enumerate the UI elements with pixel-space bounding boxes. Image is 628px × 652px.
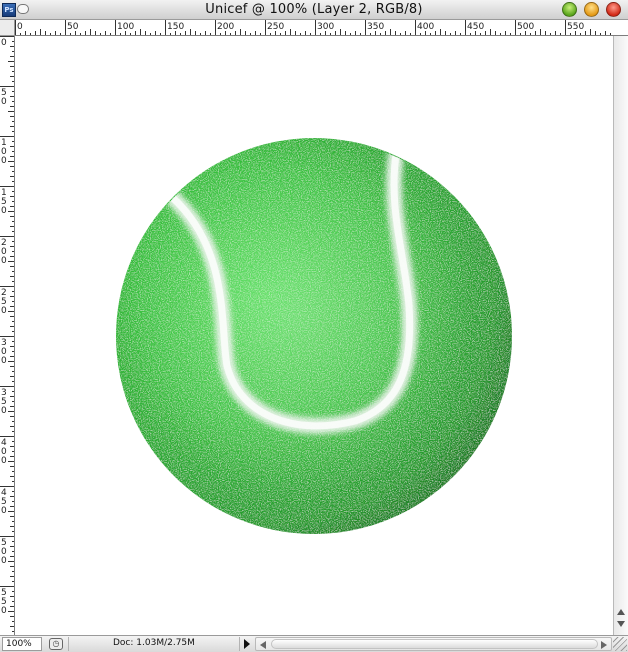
- ruler-label: 300: [1, 338, 7, 366]
- scroll-up-arrow-icon[interactable]: [617, 609, 625, 615]
- scroll-right-arrow-icon[interactable]: [601, 641, 607, 649]
- svg-text:0: 0: [1, 256, 7, 266]
- ruler-origin-corner[interactable]: [0, 20, 15, 36]
- ruler-label: 150: [1, 188, 7, 216]
- status-bar: 100% ◷ Doc: 1.03M/2.75M: [0, 635, 628, 652]
- svg-text:0: 0: [1, 556, 7, 566]
- ruler-label: 200: [1, 238, 7, 266]
- status-menu-arrow-icon[interactable]: [239, 637, 253, 651]
- horizontal-scroll-thumb[interactable]: [271, 639, 598, 649]
- scroll-down-arrow-icon[interactable]: [617, 621, 625, 627]
- scroll-left-arrow-icon[interactable]: [260, 641, 266, 649]
- ruler-label: 450: [467, 22, 484, 32]
- vertical-scrollbar[interactable]: [613, 36, 628, 635]
- close-window-button[interactable]: [606, 2, 621, 17]
- svg-text:0: 0: [1, 206, 7, 216]
- svg-text:0: 0: [1, 406, 7, 416]
- document-size-info: Doc: 1.03M/2.75M: [68, 637, 238, 651]
- tennis-ball: [116, 138, 512, 534]
- ruler-label: 400: [417, 22, 434, 32]
- ruler-label: 0: [1, 38, 7, 48]
- ruler-label: 50: [67, 22, 79, 32]
- minimize-window-button[interactable]: [584, 2, 599, 17]
- svg-text:0: 0: [1, 97, 7, 107]
- ruler-label: 450: [1, 488, 7, 516]
- zoom-level-field[interactable]: 100%: [2, 637, 42, 651]
- title-bar: Ps Unicef @ 100% (Layer 2, RGB/8): [0, 0, 628, 20]
- svg-text:0: 0: [1, 456, 7, 466]
- ruler-label: 100: [1, 138, 7, 166]
- svg-text:0: 0: [1, 356, 7, 366]
- ruler-label: 100: [117, 22, 134, 32]
- ruler-label: 500: [517, 22, 534, 32]
- ruler-label: 500: [1, 538, 7, 566]
- ruler-label: 550: [1, 588, 7, 616]
- horizontal-scrollbar[interactable]: [255, 637, 612, 651]
- svg-text:0: 0: [1, 38, 7, 48]
- svg-text:0: 0: [1, 156, 7, 166]
- window-resize-grip[interactable]: [613, 637, 627, 651]
- ruler-label: 250: [267, 22, 284, 32]
- horizontal-ruler-scale: 0 50 100 150 200 250 300 350 400 450 500 550: [15, 20, 611, 35]
- svg-text:0: 0: [1, 506, 7, 516]
- ruler-label: 150: [167, 22, 184, 32]
- vertical-ruler[interactable]: 050100150200250300350400450500550: [0, 36, 15, 635]
- ruler-label: 0: [17, 22, 23, 32]
- tennis-ball-image: [116, 138, 512, 534]
- horizontal-ruler[interactable]: 0 50 100 150 200 250 300 350 400 450 500 550: [15, 20, 628, 36]
- ruler-label: 350: [367, 22, 384, 32]
- zoom-window-button[interactable]: [562, 2, 577, 17]
- ruler-label: 350: [1, 388, 7, 416]
- ruler-label: 200: [217, 22, 234, 32]
- ruler-label: 400: [1, 438, 7, 466]
- ruler-label: 50: [1, 88, 7, 107]
- version-cue-icon[interactable]: ◷: [49, 638, 63, 650]
- ruler-label: 300: [317, 22, 334, 32]
- svg-text:0: 0: [1, 306, 7, 316]
- document-title: Unicef @ 100% (Layer 2, RGB/8): [205, 2, 423, 17]
- svg-text:0: 0: [1, 606, 7, 616]
- vertical-ruler-scale: 050100150200250300350400450500550: [0, 36, 14, 632]
- ruler-label: 550: [567, 22, 584, 32]
- ruler-label: 250: [1, 288, 7, 316]
- document-canvas[interactable]: [15, 36, 613, 635]
